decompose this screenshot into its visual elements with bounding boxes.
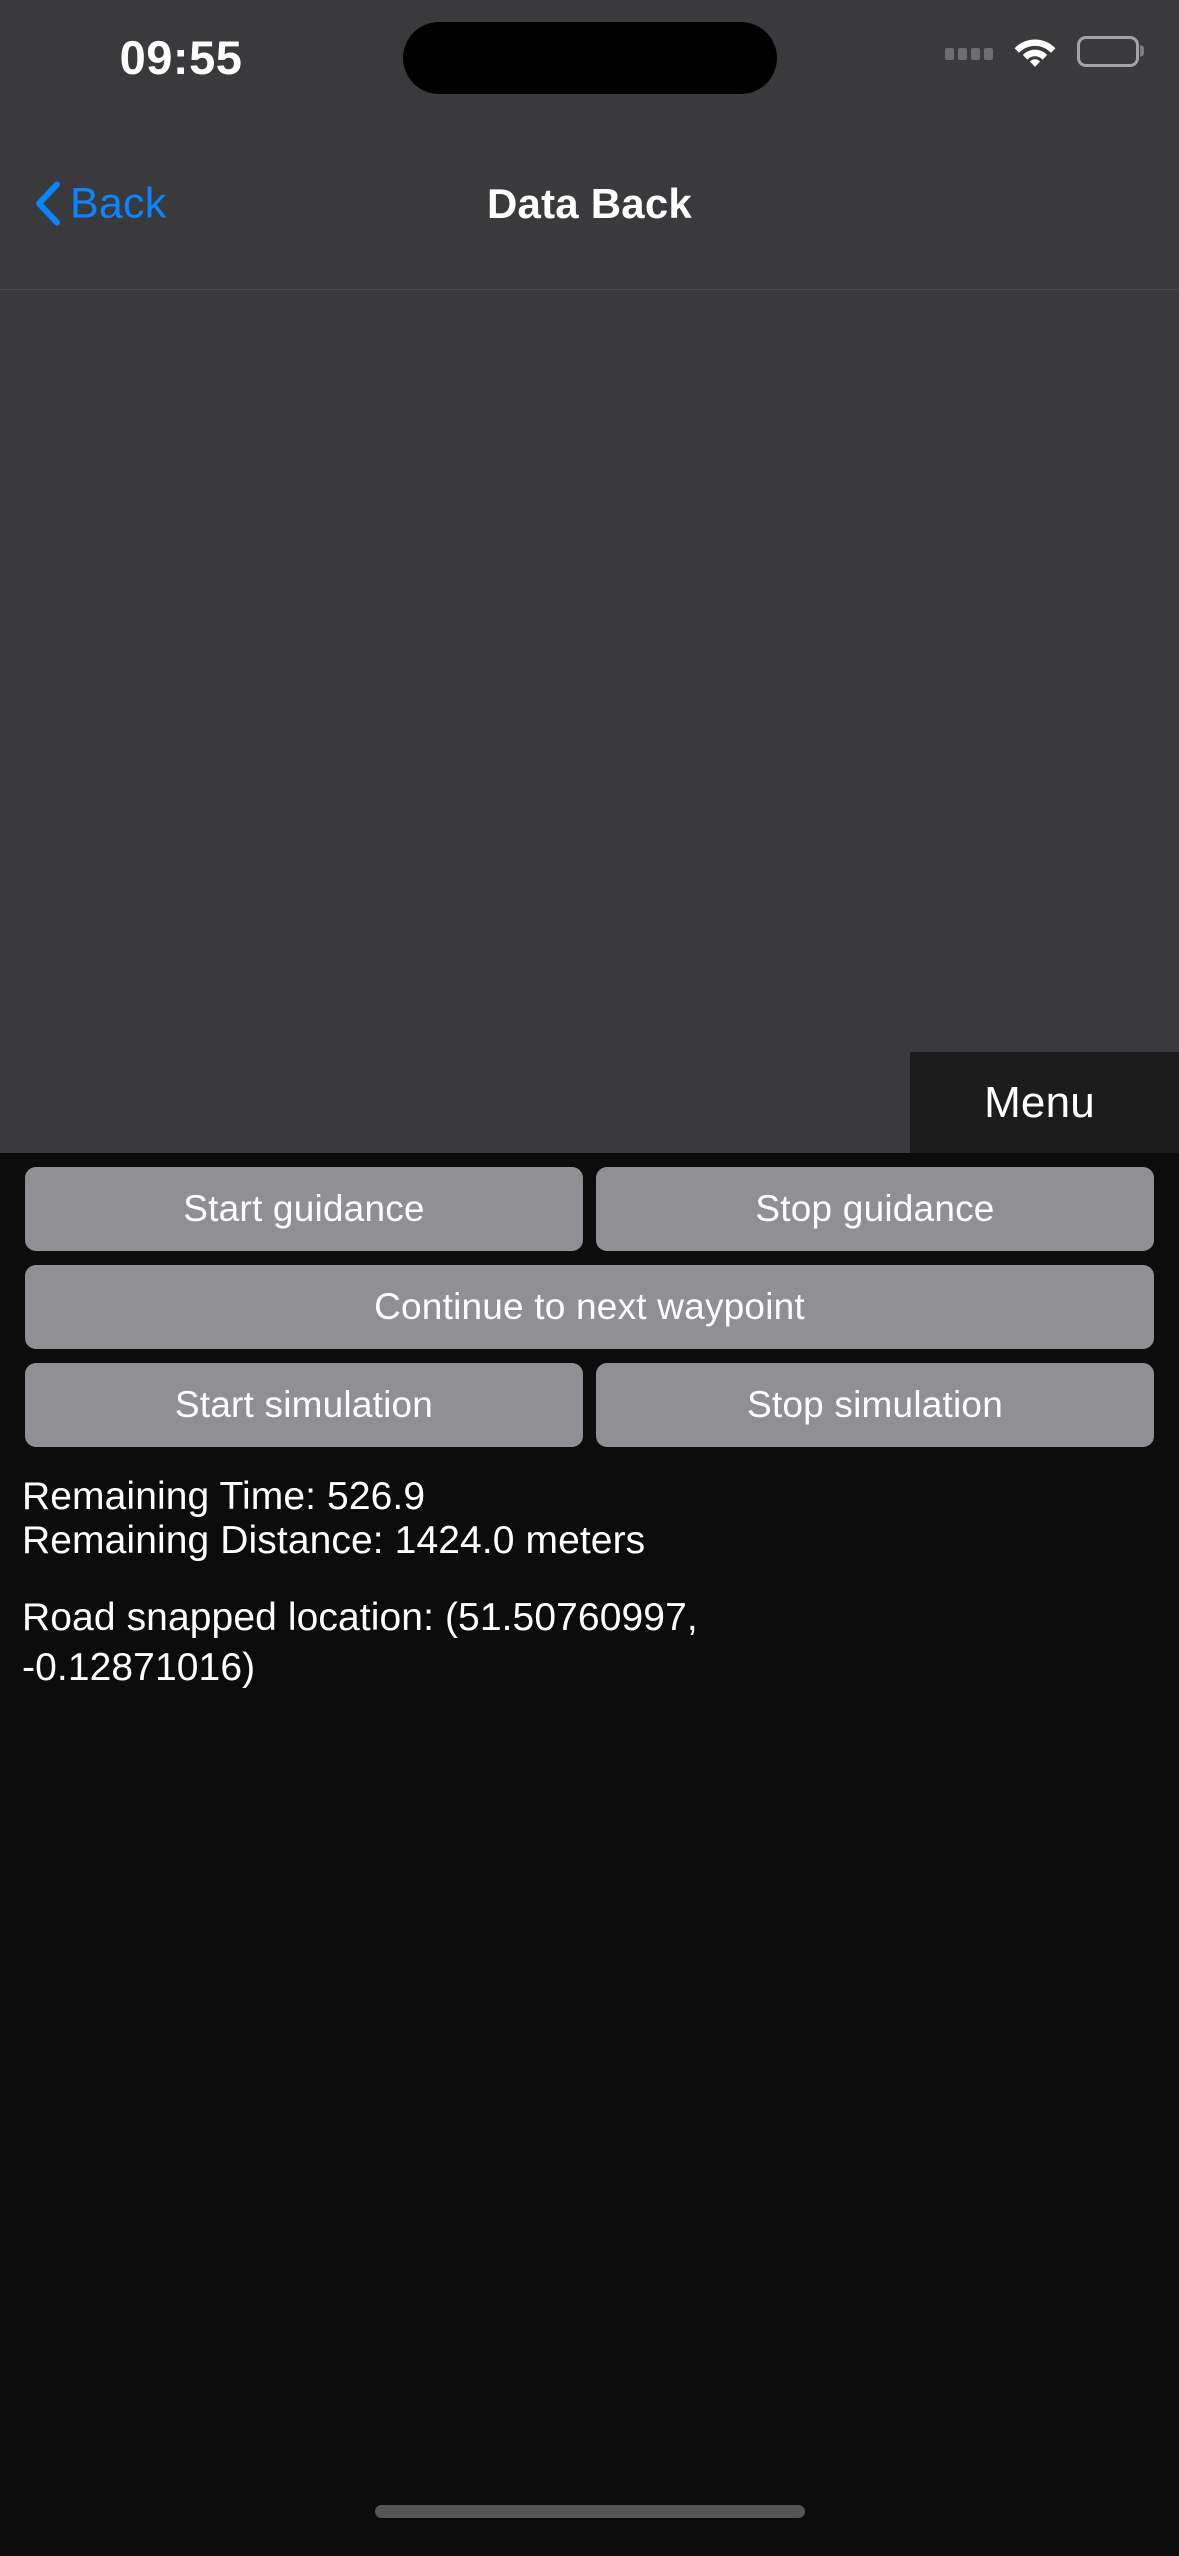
page-title: Data Back — [487, 179, 692, 227]
status-bar: 09:55 — [0, 0, 1179, 118]
dynamic-island — [402, 22, 777, 94]
wifi-icon — [1013, 34, 1057, 68]
remaining-time-text: Remaining Time: 526.9 — [22, 1475, 426, 1519]
road-snapped-location-text: Road snapped location: (51.50760997, -0.… — [22, 1595, 698, 1689]
waypoint-button-row: Continue to next waypoint — [25, 1265, 1154, 1350]
remaining-distance-text: Remaining Distance: 1424.0 meters — [22, 1519, 646, 1563]
menu-button[interactable]: Menu — [910, 1052, 1179, 1154]
home-indicator[interactable] — [374, 2505, 805, 2518]
stop-simulation-button[interactable]: Stop simulation — [596, 1363, 1154, 1448]
start-simulation-button[interactable]: Start simulation — [25, 1363, 583, 1448]
map-view[interactable]: Menu — [0, 290, 1179, 1154]
navigation-bar: Back Data Back — [0, 118, 1179, 290]
signal-dots-icon — [945, 34, 993, 68]
home-indicator-area — [0, 1692, 1179, 2556]
status-bar-indicators — [945, 34, 1139, 68]
start-guidance-button[interactable]: Start guidance — [25, 1167, 583, 1252]
status-bar-clock: 09:55 — [119, 31, 243, 84]
simulation-button-row: Start simulation Stop simulation — [25, 1363, 1154, 1448]
stop-guidance-button[interactable]: Stop guidance — [596, 1167, 1154, 1252]
control-panel: Start guidance Stop guidance Continue to… — [0, 1153, 1179, 1462]
guidance-button-row: Start guidance Stop guidance — [25, 1167, 1154, 1252]
continue-next-waypoint-button[interactable]: Continue to next waypoint — [25, 1265, 1154, 1350]
battery-icon — [1077, 35, 1139, 67]
remaining-stats: Remaining Time: 526.9 Remaining Distance… — [22, 1475, 1157, 1562]
status-info-panel: Remaining Time: 526.9 Remaining Distance… — [0, 1461, 1179, 1693]
menu-button-label: Menu — [984, 1077, 1095, 1127]
phone-screen: 09:55 Back Data Back Menu Start guidance… — [0, 0, 1179, 2556]
